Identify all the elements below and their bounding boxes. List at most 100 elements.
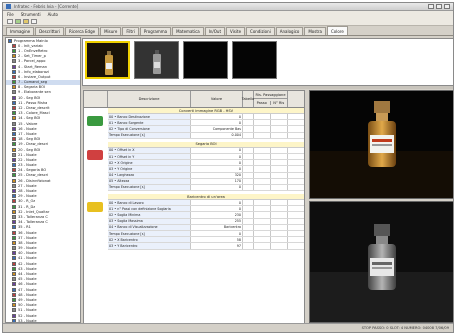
cell-valore[interactable]: Baricentro	[191, 224, 243, 230]
node-icon	[12, 230, 16, 235]
tree-item-label: 34 - Tolleranza C	[18, 220, 48, 225]
cell-descrizione: 00 • Banco di Lavoro	[108, 200, 191, 206]
tab-colore[interactable]: Colore	[327, 26, 348, 35]
thumbnail-empty-1[interactable]	[183, 41, 228, 79]
tree-item-label: 5 - Info_elaborazi	[18, 69, 49, 74]
tree-item-label: 18 - Seg BOI	[18, 137, 41, 142]
live-image-gray[interactable]	[309, 201, 453, 323]
tab-descrittori[interactable]: Descrittori	[35, 27, 64, 35]
cell-passo	[254, 231, 271, 237]
menu-file[interactable]: File	[7, 12, 14, 17]
cell-descrizione: Tempo Esecuzione [s]	[108, 231, 191, 237]
cell-valore[interactable]: 320	[191, 172, 243, 178]
cell-valore[interactable]: 0.004	[191, 132, 243, 138]
parameters-grid: Descrizione Valore Tabella Ris. Passaggi…	[83, 90, 305, 324]
cell-tabella	[243, 224, 254, 230]
node-icon	[12, 235, 16, 240]
tree-item-label: 32 - Inlet_Qualtar	[18, 209, 50, 214]
new-icon[interactable]	[7, 19, 13, 24]
node-icon	[12, 204, 16, 209]
cell-valore[interactable]: 0	[191, 166, 243, 172]
cell-passo	[254, 132, 271, 138]
tab-mostra[interactable]: Mostra	[304, 27, 326, 35]
cell-tabella	[243, 126, 254, 132]
tree-item-label: 44 - Nuale	[18, 272, 37, 277]
tab-analogico[interactable]: Analogico	[275, 27, 304, 35]
cell-valore[interactable]: 0	[191, 231, 243, 237]
cell-valore[interactable]: 255	[191, 218, 243, 224]
cell-valore[interactable]: Componente Bas	[191, 126, 243, 132]
cell-descrizione: 03 • Y Origine	[108, 166, 191, 172]
node-icon	[12, 178, 16, 183]
node-icon	[12, 106, 16, 111]
cell-valore[interactable]: 0	[191, 200, 243, 206]
thumbnail-color[interactable]	[85, 41, 130, 79]
cell-passo	[254, 212, 271, 218]
minimize-button[interactable]	[428, 4, 434, 9]
tree-item-label: 33 - Tolleranza C	[18, 214, 48, 219]
grid-header-icon-col	[84, 91, 108, 107]
tab-matematica[interactable]: Matematica	[172, 27, 204, 35]
close-button[interactable]	[444, 4, 450, 9]
node-icon	[12, 199, 16, 204]
node-icon	[12, 116, 16, 121]
tree-item-label: 2 - Set_Timer_p	[18, 54, 46, 59]
tree-item-label: 40 - Nuale	[18, 251, 37, 256]
node-icon	[12, 225, 16, 230]
tab-visite[interactable]: Visite	[226, 27, 246, 35]
menu-strumenti[interactable]: Strumenti	[21, 12, 41, 17]
tab-ricerca-edge[interactable]: Ricerca Edge	[65, 27, 100, 35]
status-bar: STOP PASSO: 0 SLOT: 4 NUMERO: 04008 7/06…	[3, 323, 453, 332]
cell-nris	[271, 126, 288, 132]
cell-nris	[271, 114, 288, 120]
node-icon	[12, 111, 16, 116]
tree-item-label: 38 - Nuale	[18, 240, 37, 245]
cell-valore[interactable]: 0	[191, 160, 243, 166]
tree-item-label: 10 - Seg BOI	[18, 95, 41, 100]
run-icon[interactable]	[15, 19, 21, 24]
cell-valore[interactable]: 0	[191, 120, 243, 126]
cell-valore[interactable]: 0	[191, 114, 243, 120]
node-icon	[12, 54, 16, 59]
cell-valore[interactable]: 0	[191, 153, 243, 160]
step-icon	[87, 149, 103, 160]
maximize-button[interactable]	[436, 4, 442, 9]
thumbnail-gray[interactable]	[134, 41, 179, 79]
tree-item-label: 43 - Nuale	[18, 266, 37, 271]
thumbnail-scrollbar[interactable]	[82, 86, 453, 89]
thumbnail-empty-2[interactable]	[232, 41, 277, 79]
vial-image	[153, 50, 161, 74]
cell-valore[interactable]: 58	[191, 237, 243, 243]
tab-filtri[interactable]: Filtri	[122, 27, 139, 35]
cell-valore[interactable]: 97	[191, 243, 243, 249]
tree-item-label: 30 - R_Oz	[18, 199, 36, 204]
cell-valore[interactable]: 0	[191, 206, 243, 212]
tab-misure[interactable]: Misure	[100, 27, 122, 35]
menu-aiuto[interactable]: Aiuto	[48, 12, 58, 17]
tab-programma[interactable]: Programma	[139, 27, 172, 35]
cell-nris	[271, 243, 288, 249]
tab-condizioni[interactable]: Condizioni	[246, 27, 275, 35]
program-tree[interactable]: Programma Mainlo 0 - Init_variab 1 - OnEnv…	[5, 37, 81, 323]
header-ris-pass: Ris. Passaggione Passo N° Ris	[254, 91, 288, 107]
cell-valore[interactable]: 170	[191, 178, 243, 184]
cell-nris	[271, 184, 288, 191]
cell-valore[interactable]: 230	[191, 212, 243, 218]
save-icon[interactable]	[31, 19, 37, 24]
cell-nris	[271, 178, 288, 184]
color-vial-photo	[310, 91, 453, 198]
menu-bar: File Strumenti Aiuto	[3, 11, 453, 18]
window-controls	[428, 4, 450, 9]
cell-nris	[271, 132, 288, 138]
cell-passo	[254, 160, 271, 166]
tab-in-out[interactable]: In/Out	[204, 27, 226, 35]
folder-icon[interactable]	[23, 19, 29, 24]
tree-item-label: 27 - Nuale	[18, 183, 37, 188]
tree-item-label: 19 - Draw_descri	[18, 142, 49, 147]
live-image-color[interactable]	[309, 90, 453, 199]
cell-valore[interactable]: 0	[191, 147, 243, 153]
tab-immagine[interactable]: Immagine	[6, 27, 35, 35]
cell-valore[interactable]: 0	[191, 184, 243, 191]
cell-passo	[254, 147, 271, 153]
node-icon	[12, 64, 16, 69]
